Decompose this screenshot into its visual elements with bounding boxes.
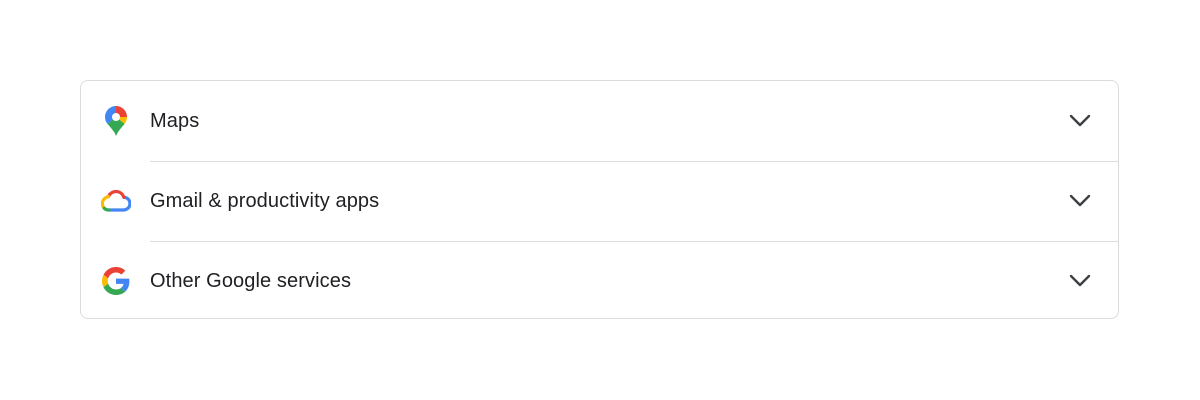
accordion-item-label: Maps [150, 109, 200, 132]
google-cloud-icon [101, 186, 131, 216]
accordion-item-other-google-services[interactable]: Other Google services [81, 241, 1118, 318]
accordion-item-label: Gmail & productivity apps [150, 189, 380, 212]
chevron-down-icon[interactable] [1068, 189, 1092, 213]
accordion-item-label: Other Google services [150, 269, 352, 292]
google-g-icon [101, 266, 131, 296]
accordion-item-gmail-productivity[interactable]: Gmail & productivity apps [81, 161, 1118, 241]
services-accordion: Maps Gmail & productivity apps Other Goo… [80, 80, 1119, 319]
accordion-item-maps[interactable]: Maps [81, 81, 1118, 161]
chevron-down-icon[interactable] [1068, 109, 1092, 133]
chevron-down-icon[interactable] [1068, 269, 1092, 293]
google-maps-pin-icon [101, 106, 131, 136]
